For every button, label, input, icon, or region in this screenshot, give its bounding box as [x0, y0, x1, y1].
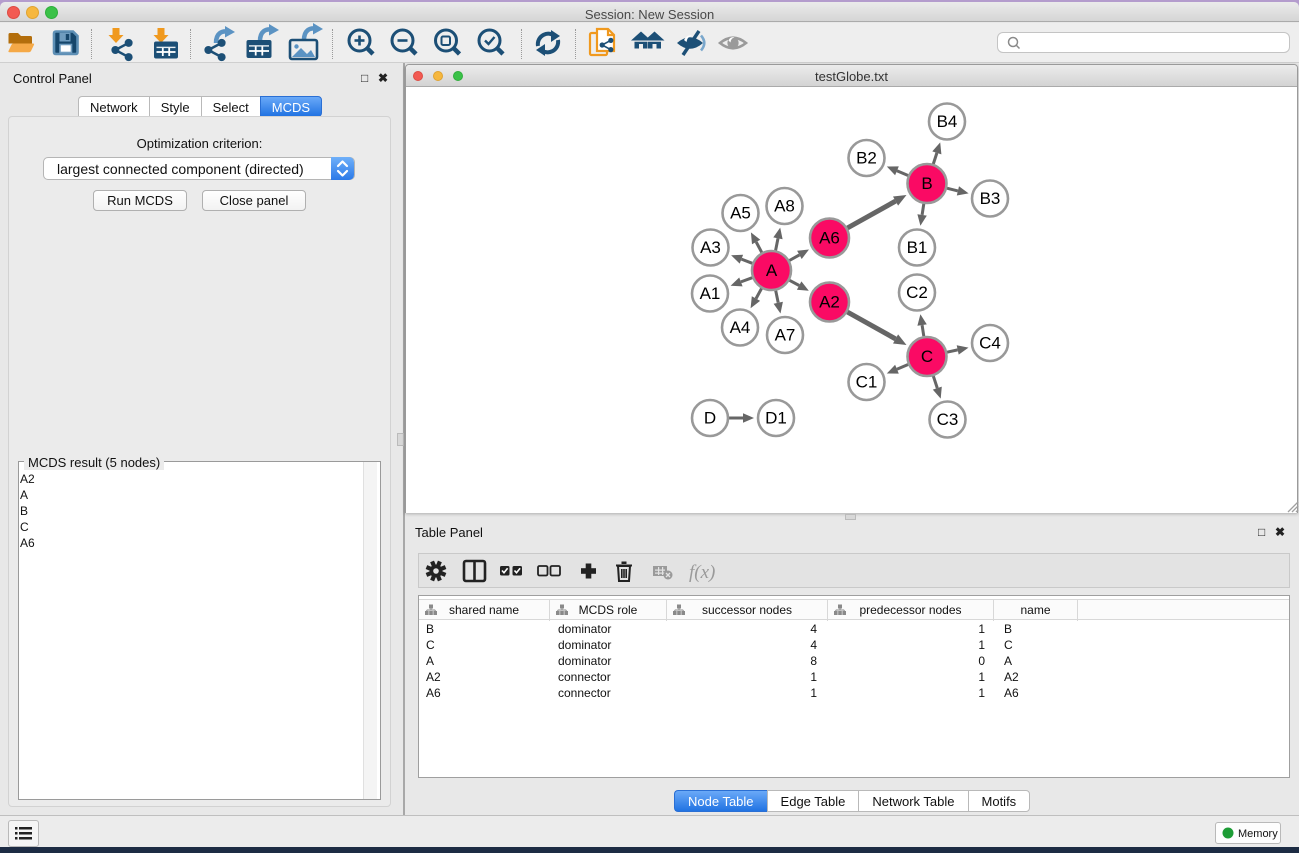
- svg-text:A5: A5: [730, 204, 751, 223]
- svg-text:A7: A7: [775, 326, 796, 345]
- svg-text:D1: D1: [765, 409, 787, 428]
- svg-text:f(x): f(x): [689, 562, 715, 583]
- svg-text:C: C: [921, 347, 933, 366]
- svg-text:C4: C4: [979, 334, 1001, 353]
- svg-text:B2: B2: [856, 149, 877, 168]
- svg-text:B: B: [921, 174, 932, 193]
- svg-text:A3: A3: [700, 238, 721, 257]
- svg-text:Memory: Memory: [1238, 828, 1278, 840]
- svg-text:C1: C1: [856, 373, 878, 392]
- svg-text:C3: C3: [937, 410, 959, 429]
- svg-text:A: A: [766, 261, 778, 280]
- svg-text:A1: A1: [700, 284, 721, 303]
- svg-text:C2: C2: [906, 283, 928, 302]
- svg-text:A2: A2: [819, 293, 840, 312]
- svg-text:B3: B3: [980, 189, 1001, 208]
- svg-text:D: D: [704, 409, 716, 428]
- svg-text:A6: A6: [819, 229, 840, 248]
- svg-text:B1: B1: [907, 238, 928, 257]
- svg-text:A8: A8: [774, 197, 795, 216]
- svg-text:B4: B4: [937, 112, 958, 131]
- svg-text:A4: A4: [730, 318, 751, 337]
